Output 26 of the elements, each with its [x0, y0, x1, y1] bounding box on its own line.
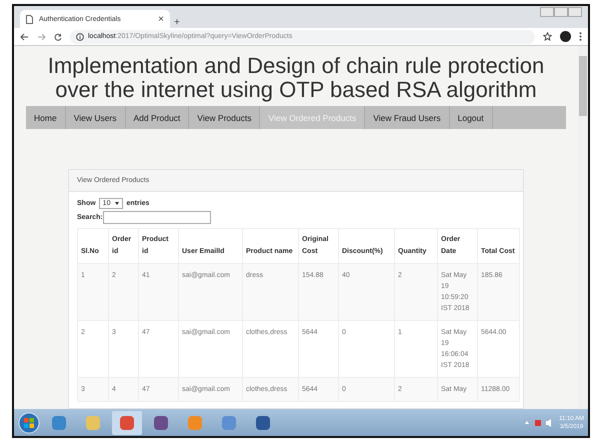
nav-link[interactable]: Add Product: [126, 106, 190, 129]
scrollbar[interactable]: [578, 46, 588, 409]
close-window-button[interactable]: [568, 7, 582, 17]
tray-icons[interactable]: [525, 418, 554, 426]
maximize-button[interactable]: [554, 7, 568, 17]
nav-link[interactable]: Logout: [450, 106, 493, 129]
profile-avatar[interactable]: [560, 31, 571, 42]
menu-icon[interactable]: [579, 32, 582, 41]
reload-icon[interactable]: [54, 32, 62, 40]
new-tab-button[interactable]: +: [174, 17, 180, 28]
start-button[interactable]: [18, 412, 40, 434]
taskbar-app-icon[interactable]: [112, 410, 142, 434]
search-field[interactable]: [102, 211, 211, 224]
nav-link[interactable]: View Users: [66, 106, 126, 129]
scroll-thumb[interactable]: [579, 56, 587, 116]
caret-icon: [115, 202, 120, 205]
star-icon[interactable]: [543, 32, 552, 41]
back-icon[interactable]: [20, 32, 29, 40]
nav-link[interactable]: View Fraud Users: [365, 106, 450, 129]
info-icon: [76, 32, 84, 40]
tab-close-button[interactable]: ×: [158, 14, 164, 24]
nav-link[interactable]: Home: [26, 106, 66, 129]
minimize-button[interactable]: [540, 7, 554, 17]
forward-icon[interactable]: [37, 32, 46, 40]
page-icon: [26, 14, 33, 24]
page-title: Implementation and Design of chain rule protection over the internet using OTP based RSA algorithm: [46, 54, 546, 102]
